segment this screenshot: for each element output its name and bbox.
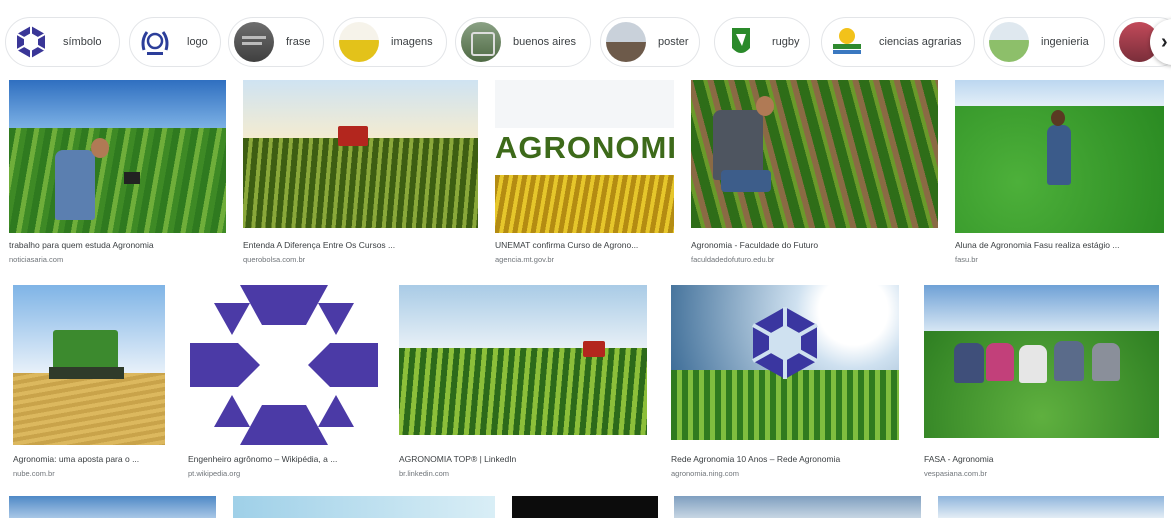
result-image[interactable] [671, 285, 899, 440]
result-image[interactable] [691, 80, 938, 228]
chip-imagens[interactable]: imagens [333, 17, 447, 67]
result-title[interactable]: Aluna de Agronomia Fasu realiza estágio … [955, 240, 1164, 250]
result-image[interactable] [9, 80, 226, 233]
result-source: agronomia.ning.com [671, 469, 739, 478]
result-card[interactable]: AGRONOMIA TOP® | LinkedIn br.linkedin.co… [399, 285, 647, 480]
result-source: faculdadedofuturo.edu.br [691, 255, 775, 264]
chip-label: logo [187, 36, 208, 48]
chip-thumb [989, 22, 1029, 62]
logo-star-icon [752, 307, 818, 379]
result-card-partial[interactable] [674, 496, 921, 518]
result-card-partial[interactable] [938, 496, 1164, 518]
result-image[interactable] [924, 285, 1159, 438]
chip-thumb [234, 22, 274, 62]
chip-rugby[interactable]: rugby [714, 17, 810, 67]
chip-frase[interactable]: frase [228, 17, 324, 67]
result-image[interactable] [512, 496, 658, 518]
result-image[interactable]: AGRONOMIA [495, 80, 674, 233]
result-source: querobolsa.com.br [243, 255, 306, 264]
chip-ingenieria[interactable]: ingenieria [983, 17, 1105, 67]
result-title[interactable]: Rede Agronomia 10 Anos – Rede Agronomia [671, 454, 899, 464]
sun-field-logo-icon [833, 28, 861, 54]
result-card[interactable]: Engenheiro agrônomo – Wikipédia, a ... p… [188, 285, 380, 480]
result-image[interactable] [674, 496, 921, 518]
result-image[interactable] [938, 496, 1164, 518]
result-image[interactable] [233, 496, 495, 518]
result-title[interactable]: Engenheiro agrônomo – Wikipédia, a ... [188, 454, 380, 464]
result-source: noticiasaria.com [9, 255, 64, 264]
result-card[interactable]: Rede Agronomia 10 Anos – Rede Agronomia … [671, 285, 899, 480]
result-card[interactable]: Aluna de Agronomia Fasu realiza estágio … [955, 80, 1164, 270]
chip-label: buenos aires [513, 36, 576, 48]
result-image[interactable] [13, 285, 165, 445]
result-card-partial[interactable] [9, 496, 216, 518]
chip-label: ciencias agrarias [879, 36, 962, 48]
chip-label: rugby [772, 36, 800, 48]
chip-thumb [135, 22, 175, 62]
agronomia-banner-text: AGRONOMIA [495, 130, 674, 165]
result-source: nube.com.br [13, 469, 55, 478]
result-card[interactable]: AGRONOMIA UNEMAT confirma Curso de Agron… [495, 80, 674, 270]
related-searches-bar: símbolo logo frase imagens buenos aires [0, 0, 1171, 80]
chip-label: ingenieria [1041, 36, 1089, 48]
result-title[interactable]: UNEMAT confirma Curso de Agrono... [495, 240, 674, 250]
result-image[interactable] [955, 80, 1164, 233]
result-source: pt.wikipedia.org [188, 469, 241, 478]
chip-thumb [606, 22, 646, 62]
hexagon-star-logo-icon [190, 285, 378, 445]
chevron-right-icon: › [1161, 30, 1168, 53]
result-title[interactable]: Agronomia: uma aposta para o ... [13, 454, 165, 464]
logo-star-icon [16, 26, 46, 58]
result-card[interactable]: FASA - Agronomia vespasiana.com.br [924, 285, 1159, 480]
chip-ciencias-agrarias[interactable]: ciencias agrarias [821, 17, 975, 67]
chip-thumb [339, 22, 379, 62]
result-card[interactable]: Agronomia: uma aposta para o ... nube.co… [13, 285, 165, 480]
result-image[interactable] [243, 80, 478, 228]
chip-thumb [827, 22, 867, 62]
result-title[interactable]: Entenda A Diferença Entre Os Cursos ... [243, 240, 478, 250]
result-title[interactable]: FASA - Agronomia [924, 454, 1159, 464]
laurel-logo-icon [141, 31, 169, 55]
result-image[interactable] [188, 285, 380, 445]
result-source: br.linkedin.com [399, 469, 450, 478]
chip-label: poster [658, 36, 689, 48]
result-card[interactable]: Agronomia - Faculdade do Futuro faculdad… [691, 80, 938, 270]
chip-thumb [720, 22, 760, 62]
result-source: agencia.mt.gov.br [495, 255, 555, 264]
result-image[interactable] [9, 496, 216, 518]
chip-label: imagens [391, 36, 433, 48]
chip-thumb [11, 22, 51, 62]
result-title[interactable]: AGRONOMIA TOP® | LinkedIn [399, 454, 647, 464]
result-title[interactable]: Agronomia - Faculdade do Futuro [691, 240, 938, 250]
result-title[interactable]: trabalho para quem estuda Agronomia [9, 240, 226, 250]
chip-buenos-aires[interactable]: buenos aires [455, 17, 591, 67]
result-source: fasu.br [955, 255, 978, 264]
rugby-logo-icon [732, 28, 750, 53]
chip-poster[interactable]: poster [600, 17, 700, 67]
result-card-partial[interactable] [233, 496, 495, 518]
chip-logo[interactable]: logo [129, 17, 221, 67]
result-source: vespasiana.com.br [924, 469, 987, 478]
chip-simbolo[interactable]: símbolo [5, 17, 120, 67]
result-card-partial[interactable] [512, 496, 658, 518]
chip-thumb [461, 22, 501, 62]
result-image[interactable] [399, 285, 647, 435]
result-card[interactable]: Entenda A Diferença Entre Os Cursos ... … [243, 80, 478, 270]
chip-label: frase [286, 36, 311, 48]
result-card[interactable]: trabalho para quem estuda Agronomia noti… [9, 80, 226, 270]
chip-label: símbolo [63, 36, 102, 48]
